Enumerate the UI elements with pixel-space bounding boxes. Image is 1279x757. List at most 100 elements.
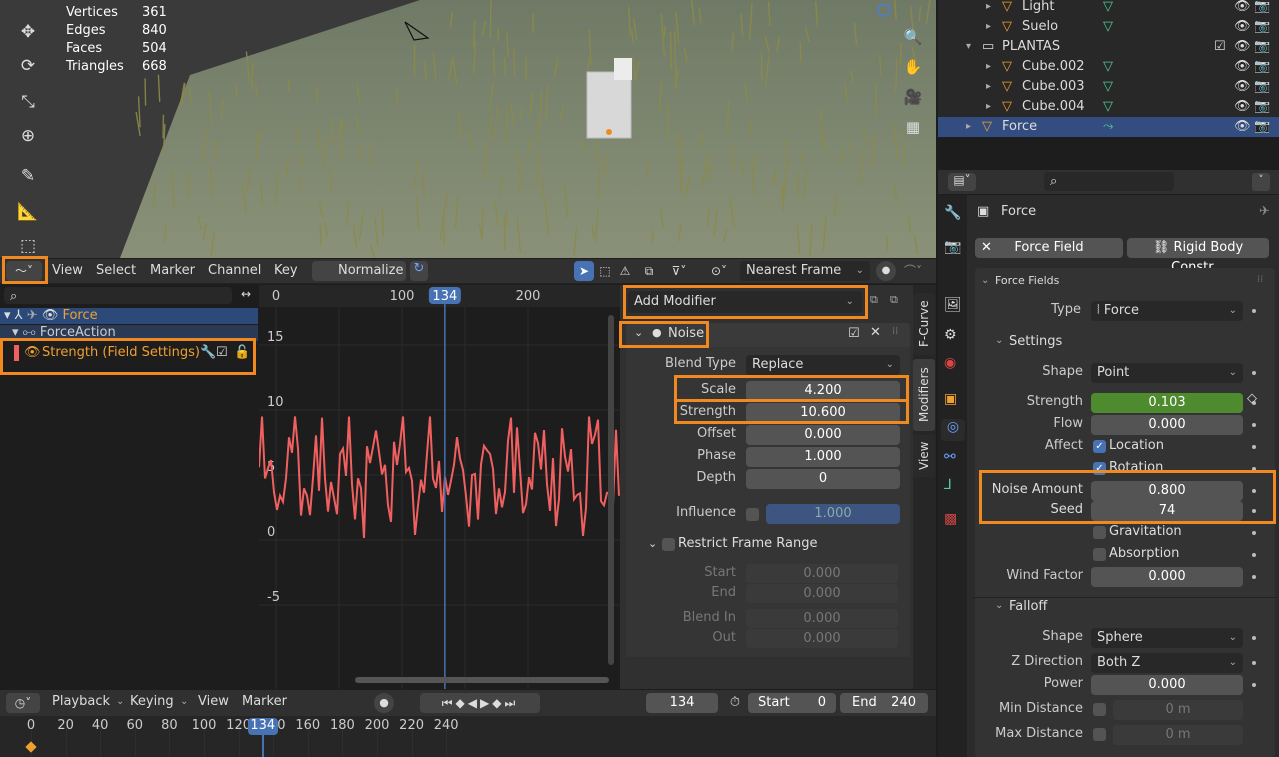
add-modifier-select[interactable]: Add Modifier ⌄	[628, 291, 862, 313]
animate-dot[interactable]	[1252, 509, 1256, 513]
noise-amount-field[interactable]: 0.800	[1091, 481, 1243, 501]
modifier-offset-field[interactable]: 0.000	[746, 425, 900, 445]
eye-icon[interactable]: 👁	[1234, 117, 1251, 137]
properties-options-icon[interactable]: ˅	[1252, 173, 1270, 191]
menu-marker[interactable]: Marker	[150, 263, 195, 278]
seed-field[interactable]: 74	[1091, 501, 1243, 521]
channel-fcurve-row[interactable]: 👁 Strength (Field Settings) 🔧 ☑ 🔓	[0, 343, 258, 363]
modifier-strength-field[interactable]: 10.600	[746, 403, 900, 423]
copy-modifiers-icon[interactable]: ⧉	[870, 293, 886, 311]
graph-area[interactable]: 0 100 200 15 10 5 0 -5 134	[259, 285, 620, 689]
menu-channel[interactable]: Channel	[208, 263, 261, 278]
menu-key[interactable]: Key	[274, 263, 298, 278]
play-reverse-icon[interactable]: ◀	[468, 696, 480, 710]
jump-end-icon[interactable]: ⏭	[504, 696, 518, 710]
outliner-item[interactable]: ▸ ▽ Cube.002 ▽ 👁 📷	[938, 57, 1279, 77]
record-icon[interactable]: ●	[374, 693, 394, 713]
graph-editor-type-icon[interactable]: 〜˅	[6, 261, 42, 281]
tool-tab-icon[interactable]: 🔧	[944, 205, 961, 221]
eye-icon[interactable]: 👁	[1234, 0, 1251, 17]
play-icon[interactable]: ▶	[480, 696, 492, 710]
eye-icon[interactable]: 👁	[1234, 97, 1251, 117]
ghost-curve-icon[interactable]: ⧉	[640, 261, 658, 281]
close-icon[interactable]: ✕	[870, 325, 881, 340]
keyframe-diamond-icon[interactable]: ◇	[1247, 391, 1257, 406]
collapse-arrow-icon[interactable]: ⌄	[981, 275, 989, 286]
expand-arrow-icon[interactable]: ▸	[966, 117, 971, 137]
type-select[interactable]: ⦚ Force ⌄	[1091, 301, 1243, 321]
tab-f-curve[interactable]: F-Curve	[913, 293, 935, 355]
physics-tab-icon[interactable]: ◎	[941, 419, 965, 441]
outliner-item[interactable]: ▸ ▽ Cube.004 ▽ 👁 📷	[938, 97, 1279, 117]
outliner-item[interactable]: ▸ ▽ Light ▽ 👁 📷	[938, 0, 1279, 17]
camera-icon[interactable]: 📷	[1254, 37, 1270, 57]
outliner-item[interactable]: ▸ ▽ Force ⤳ 👁 📷	[938, 117, 1279, 137]
outliner-item[interactable]: ▾ ▭ PLANTAS ☑ 👁 📷	[938, 37, 1279, 57]
expand-arrow-icon[interactable]: ▸	[986, 77, 991, 97]
restrict-range-checkbox[interactable]	[662, 538, 675, 551]
expand-arrow-icon[interactable]: ▸	[986, 0, 991, 17]
next-key-icon[interactable]: ◆	[492, 696, 504, 710]
expand-arrow-icon[interactable]: ▾	[966, 37, 971, 57]
expand-arrow-icon[interactable]: ▸	[986, 57, 991, 77]
paste-modifiers-icon[interactable]: ⧉	[890, 293, 906, 311]
timeline-ruler[interactable]: 020406080100120140160180200220240134	[0, 716, 936, 757]
expand-arrow-icon[interactable]: ▸	[986, 97, 991, 117]
pan-hand-icon[interactable]: ✋	[900, 54, 926, 80]
pivot-icon[interactable]: ⊙˅	[704, 261, 734, 281]
keyframe-diamond-icon[interactable]	[25, 741, 37, 753]
current-frame-field[interactable]: 134	[646, 693, 718, 713]
camera-icon[interactable]: 📷	[1254, 17, 1270, 37]
rotation-checkbox[interactable]: ✓	[1093, 462, 1106, 475]
swap-icon[interactable]: ↔	[236, 287, 256, 304]
menu-playback[interactable]: Playback	[52, 694, 110, 709]
pin-icon[interactable]: ✈	[1259, 204, 1270, 219]
rotate-tool-icon[interactable]: ⟳	[14, 52, 42, 80]
close-icon[interactable]: ✕	[981, 238, 992, 258]
collapse-arrow-icon[interactable]: ⌄	[995, 600, 1003, 611]
absorption-checkbox[interactable]	[1093, 548, 1106, 561]
eye-icon[interactable]: 👁	[42, 308, 59, 323]
falloff-icon[interactable]: ⌒˅	[898, 261, 928, 281]
collapse-arrow-icon[interactable]: ⌄	[995, 335, 1003, 346]
proportional-edit-icon[interactable]: ●	[876, 261, 896, 281]
blend-type-select[interactable]: Replace ⌄	[746, 355, 900, 375]
playback-controls[interactable]: ⏮◆◀▶◆⏭	[420, 693, 540, 713]
timeline-editor-type-icon[interactable]: ◷˅	[6, 693, 40, 713]
channel-object-row[interactable]: ▾ ⅄ ✈ 👁 Force	[0, 308, 258, 324]
prev-key-icon[interactable]: ◆	[456, 696, 468, 710]
move-tool-icon[interactable]: ✥	[14, 18, 42, 46]
checkbox-icon[interactable]: ☑	[1214, 37, 1226, 57]
menu-view[interactable]: View	[198, 694, 229, 709]
collapse-arrow-icon[interactable]: ⌄	[648, 537, 657, 550]
animate-dot[interactable]	[1252, 423, 1256, 427]
object-tab-icon[interactable]: ▣	[944, 391, 957, 407]
channel-search-input[interactable]: ⌕	[4, 287, 232, 304]
add-cube-tool-icon[interactable]: ⬚	[14, 232, 42, 258]
max-distance-field[interactable]: 0 m	[1113, 725, 1243, 745]
camera-icon[interactable]: 📷	[1254, 77, 1270, 97]
measure-tool-icon[interactable]: 📐	[14, 198, 42, 226]
zoom-icon[interactable]: 🔍	[900, 24, 926, 50]
animate-dot[interactable]	[1252, 489, 1256, 493]
animate-dot[interactable]	[1252, 309, 1256, 313]
animate-dot[interactable]	[1252, 636, 1256, 640]
range-field[interactable]: 0.000	[746, 609, 898, 628]
drag-handle-icon[interactable]: ⁞⁞	[892, 326, 898, 337]
rigid-body-button[interactable]: ⛓ Rigid Body Constr...	[1127, 238, 1269, 275]
eye-icon[interactable]: 👁	[1234, 17, 1251, 37]
animate-dot[interactable]	[1252, 467, 1256, 471]
modifier-scale-field[interactable]: 4.200	[746, 381, 900, 401]
lock-icon[interactable]: 🔓	[234, 343, 250, 363]
location-checkbox[interactable]: ✓	[1093, 440, 1106, 453]
start-frame-field[interactable]: Start 0	[748, 693, 836, 713]
grid-view-icon[interactable]: ▦	[900, 114, 926, 140]
editor-type-icon[interactable]: ▤˅	[948, 173, 976, 191]
range-field[interactable]: 0.000	[746, 564, 898, 583]
animate-dot[interactable]	[1252, 531, 1256, 535]
texture-tab-icon[interactable]: ▩	[944, 511, 957, 527]
strength-field[interactable]: 0.103	[1091, 393, 1243, 413]
data-tab-icon[interactable]: ⅃	[944, 477, 952, 493]
scale-tool-icon[interactable]: ⤡	[14, 88, 42, 116]
modifier-phase-field[interactable]: 1.000	[746, 447, 900, 467]
